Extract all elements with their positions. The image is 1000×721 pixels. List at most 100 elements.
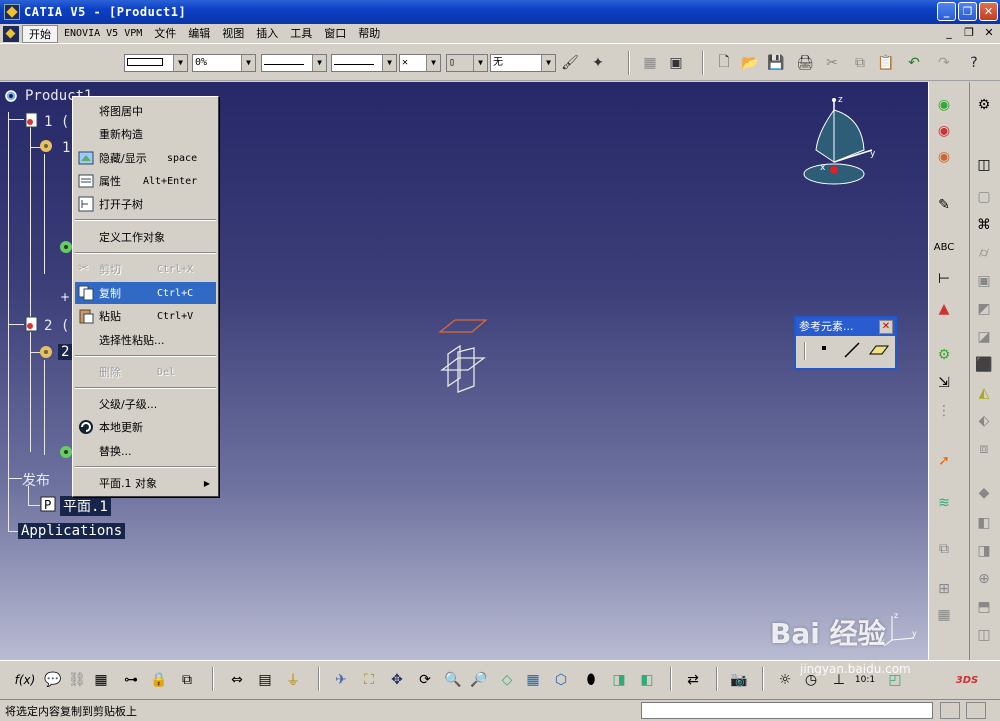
menu-insert[interactable]: 插入	[250, 25, 284, 43]
menu-replace[interactable]: 替换...	[75, 440, 216, 462]
scale-icon[interactable]: ⬒	[973, 596, 995, 618]
gear-icon[interactable]: ⚙	[973, 94, 995, 116]
grid-icon[interactable]: ▦	[933, 604, 955, 626]
tube-icon[interactable]: ⏚	[282, 669, 304, 691]
color-select[interactable]: ▼	[124, 54, 188, 72]
painter-icon[interactable]: 🖌	[560, 53, 580, 73]
box-icon[interactable]: ⬛	[973, 354, 995, 376]
cut-icon[interactable]: ✂	[822, 53, 842, 73]
print-icon[interactable]: 🖨	[795, 53, 815, 73]
hierarchy-icon[interactable]: ⊶	[120, 669, 142, 691]
section-icon[interactable]: ⊞	[933, 578, 955, 600]
ruler-icon[interactable]: ⇔	[226, 669, 248, 691]
paste-icon[interactable]: 📋	[876, 53, 896, 73]
knowledge-icon[interactable]: ⧉	[176, 669, 198, 691]
fillet-icon[interactable]: ◩	[973, 298, 995, 320]
workbench-icon[interactable]: ▦	[640, 53, 660, 73]
draft-icon[interactable]: ◭	[973, 382, 995, 404]
product-tree-icon[interactable]: ◉	[933, 94, 955, 116]
sketch-icon[interactable]: ✎	[933, 194, 955, 216]
remove-icon[interactable]: ◨	[973, 540, 995, 562]
doc-restore-button[interactable]: ❐	[962, 26, 976, 40]
menu-paste-special[interactable]: 选择性粘贴...	[75, 329, 216, 351]
help-icon[interactable]: ?	[964, 53, 984, 73]
annotation-icon[interactable]: ABC	[933, 236, 955, 258]
multi-view-icon[interactable]: ▦	[522, 669, 544, 691]
close-icon[interactable]: ✕	[879, 320, 893, 334]
component-icon[interactable]: ◉	[933, 146, 955, 168]
menu-object-submenu[interactable]: 平面.1 对象 ▶	[75, 472, 216, 494]
menu-file[interactable]: 文件	[148, 25, 182, 43]
tree-node-1[interactable]: 1 (	[44, 114, 69, 130]
menu-tools[interactable]: 工具	[284, 25, 318, 43]
menu-copy[interactable]: 复制 Ctrl+C	[75, 282, 216, 304]
properties-bomb-icon[interactable]: ✦	[588, 53, 608, 73]
tree-node-applications[interactable]: Applications	[18, 523, 126, 539]
tree-node-publish[interactable]: 发布	[22, 470, 50, 490]
tree-node-2-child[interactable]: 2	[58, 344, 73, 360]
point-icon[interactable]	[822, 346, 826, 350]
menu-enovia[interactable]: ENOVIA V5 VPM	[58, 25, 148, 43]
measure-between-icon[interactable]: ◫	[973, 624, 995, 646]
plane-highlight[interactable]	[438, 319, 488, 333]
menu-paste[interactable]: 粘贴 Ctrl+V	[75, 305, 216, 327]
layers-icon[interactable]: ≋	[933, 492, 955, 514]
point-symbol-select[interactable]: ✕ ▼	[399, 54, 441, 72]
link-icon[interactable]: ⛓	[66, 669, 88, 691]
lock-icon[interactable]: 🔒	[148, 669, 170, 691]
menu-window[interactable]: 窗口	[318, 25, 352, 43]
maximize-button[interactable]: ❐	[958, 2, 977, 21]
comment-icon[interactable]: 💬	[42, 669, 64, 691]
split-icon[interactable]: ◆	[973, 482, 995, 504]
layer-select[interactable]: 无 ▼	[490, 54, 556, 72]
copy-icon[interactable]: ⧉	[850, 53, 870, 73]
menu-open-subtree[interactable]: 打开子树	[75, 193, 216, 215]
measure-icon[interactable]: ⊢	[933, 268, 955, 290]
fit-all-icon[interactable]: ⛶	[358, 669, 380, 691]
menu-center-graph[interactable]: 将图居中	[75, 100, 216, 122]
save-icon[interactable]: 💾	[766, 53, 786, 73]
plane-icon[interactable]	[868, 342, 890, 358]
transparency-select[interactable]: 0% ▼	[192, 54, 256, 72]
line-icon[interactable]	[842, 340, 862, 360]
menu-help[interactable]: 帮助	[352, 25, 386, 43]
tree-node-2[interactable]: 2 (	[44, 318, 69, 334]
menu-parents-children[interactable]: 父级/子级...	[75, 393, 216, 415]
linetype-select[interactable]: ▼	[331, 54, 397, 72]
linewidth-select[interactable]: ▼	[261, 54, 327, 72]
menu-hide-show[interactable]: 隐藏/显示 space	[75, 147, 216, 169]
close-button[interactable]: ✕	[979, 2, 998, 21]
normal-view-icon[interactable]: ◇	[496, 669, 518, 691]
command-input[interactable]	[641, 702, 933, 719]
menu-local-update[interactable]: 本地更新	[75, 416, 216, 438]
snap-icon[interactable]: ⇲	[933, 372, 955, 394]
clash-icon[interactable]: ⧉	[933, 538, 955, 560]
select-arrow-icon[interactable]: ➚	[933, 450, 955, 472]
table-icon[interactable]: ▦	[90, 669, 112, 691]
reference-elements-toolbar[interactable]: 参考元素... ✕	[794, 316, 897, 370]
zoom-out-icon[interactable]: 🔎	[468, 669, 490, 691]
update-all-icon[interactable]: ⇄	[682, 669, 704, 691]
chamfer-icon[interactable]: ◪	[973, 326, 995, 348]
swap-space-icon[interactable]: ◧	[636, 669, 658, 691]
target-icon[interactable]: ⊕	[973, 568, 995, 590]
mirror-icon[interactable]: ⬖	[973, 410, 995, 432]
fly-mode-icon[interactable]: ✈	[330, 669, 352, 691]
render-style-select[interactable]: ▯ ▼	[446, 54, 488, 72]
tree-node-plane[interactable]: 平面.1	[60, 496, 111, 516]
catia-app-icon[interactable]	[4, 4, 20, 20]
menu-edit[interactable]: 编辑	[182, 25, 216, 43]
formula-icon[interactable]: f(x)	[14, 669, 36, 691]
menu-define-work-object[interactable]: 定义工作对象	[75, 226, 216, 248]
menu-start[interactable]: 开始	[22, 24, 58, 43]
expand-plus-icon[interactable]: +	[60, 290, 70, 304]
catalog-icon[interactable]: ▣	[666, 53, 686, 73]
pocket-icon[interactable]: ◫	[973, 154, 995, 176]
menu-delete[interactable]: 删除 Del	[75, 361, 216, 383]
cylinder-icon[interactable]: ⌭	[973, 242, 995, 264]
menu-view[interactable]: 视图	[216, 25, 250, 43]
document-icon[interactable]	[3, 25, 19, 42]
open-folder-icon[interactable]: 📂	[740, 53, 760, 73]
camera-icon[interactable]: 📷	[728, 669, 750, 691]
command-button-2[interactable]	[966, 702, 986, 719]
